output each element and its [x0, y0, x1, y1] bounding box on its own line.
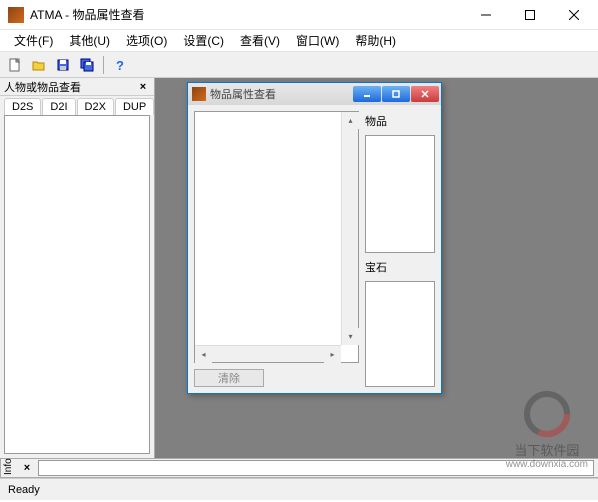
- tab-d2s[interactable]: D2S: [4, 98, 41, 115]
- item-listbox[interactable]: ▴ ▾ ◂ ▸: [194, 111, 359, 363]
- side-panel-close-icon[interactable]: ×: [136, 80, 150, 94]
- menu-bar: 文件(F) 其他(U) 选项(O) 设置(C) 查看(V) 窗口(W) 帮助(H…: [0, 30, 598, 52]
- app-icon: [8, 7, 24, 23]
- child-window: 物品属性查看 ▴ ▾ ◂ ▸: [187, 82, 442, 394]
- toolbar-separator: [103, 56, 104, 74]
- status-bar: Ready: [0, 478, 598, 500]
- clear-button[interactable]: 清除: [194, 369, 264, 387]
- svg-text:?: ?: [116, 58, 124, 72]
- side-panel: 人物或物品查看 × D2S D2I D2X DUP: [0, 78, 155, 458]
- maximize-button[interactable]: [508, 1, 552, 29]
- save-icon[interactable]: [52, 54, 74, 76]
- save-all-icon[interactable]: [76, 54, 98, 76]
- items-label: 物品: [365, 111, 435, 131]
- window-title: ATMA - 物品属性查看: [30, 6, 464, 23]
- side-panel-title: 人物或物品查看: [4, 79, 136, 95]
- app-name: ATMA: [30, 8, 62, 22]
- menu-view[interactable]: 查看(V): [232, 30, 288, 51]
- close-button[interactable]: [552, 1, 596, 29]
- tab-dup[interactable]: DUP: [115, 98, 154, 115]
- menu-settings[interactable]: 设置(C): [175, 30, 232, 51]
- tab-d2i[interactable]: D2I: [42, 98, 75, 115]
- info-input[interactable]: [38, 460, 594, 476]
- status-text: Ready: [8, 484, 40, 496]
- child-close-button[interactable]: [411, 86, 439, 102]
- info-panel-close-icon[interactable]: ×: [20, 461, 34, 475]
- child-maximize-button[interactable]: [382, 86, 410, 102]
- child-window-title: 物品属性查看: [210, 86, 353, 102]
- help-icon[interactable]: ?: [109, 54, 131, 76]
- info-panel-label: Info: [0, 459, 16, 477]
- scroll-right-icon[interactable]: ▸: [324, 346, 341, 363]
- child-window-icon: [192, 87, 206, 101]
- items-box[interactable]: [365, 135, 435, 253]
- new-icon[interactable]: [4, 54, 26, 76]
- side-panel-content[interactable]: [4, 115, 150, 454]
- menu-file[interactable]: 文件(F): [6, 30, 61, 51]
- toolbar: ?: [0, 52, 598, 78]
- horizontal-scrollbar[interactable]: ◂ ▸: [195, 345, 341, 362]
- scroll-down-icon[interactable]: ▾: [342, 328, 359, 345]
- menu-help[interactable]: 帮助(H): [347, 30, 404, 51]
- child-minimize-button[interactable]: [353, 86, 381, 102]
- tab-d2x[interactable]: D2X: [77, 98, 114, 115]
- menu-window[interactable]: 窗口(W): [288, 30, 347, 51]
- scroll-up-icon[interactable]: ▴: [342, 112, 359, 129]
- info-panel: Info ×: [0, 458, 598, 478]
- vertical-scrollbar[interactable]: ▴ ▾: [341, 112, 358, 345]
- minimize-button[interactable]: [464, 1, 508, 29]
- menu-other[interactable]: 其他(U): [61, 30, 118, 51]
- doc-title: 物品属性查看: [72, 8, 144, 22]
- gems-box[interactable]: [365, 281, 435, 387]
- gems-label: 宝石: [365, 257, 435, 277]
- scroll-left-icon[interactable]: ◂: [195, 346, 212, 363]
- menu-options[interactable]: 选项(O): [118, 30, 175, 51]
- mdi-workspace: 物品属性查看 ▴ ▾ ◂ ▸: [155, 78, 598, 458]
- open-icon[interactable]: [28, 54, 50, 76]
